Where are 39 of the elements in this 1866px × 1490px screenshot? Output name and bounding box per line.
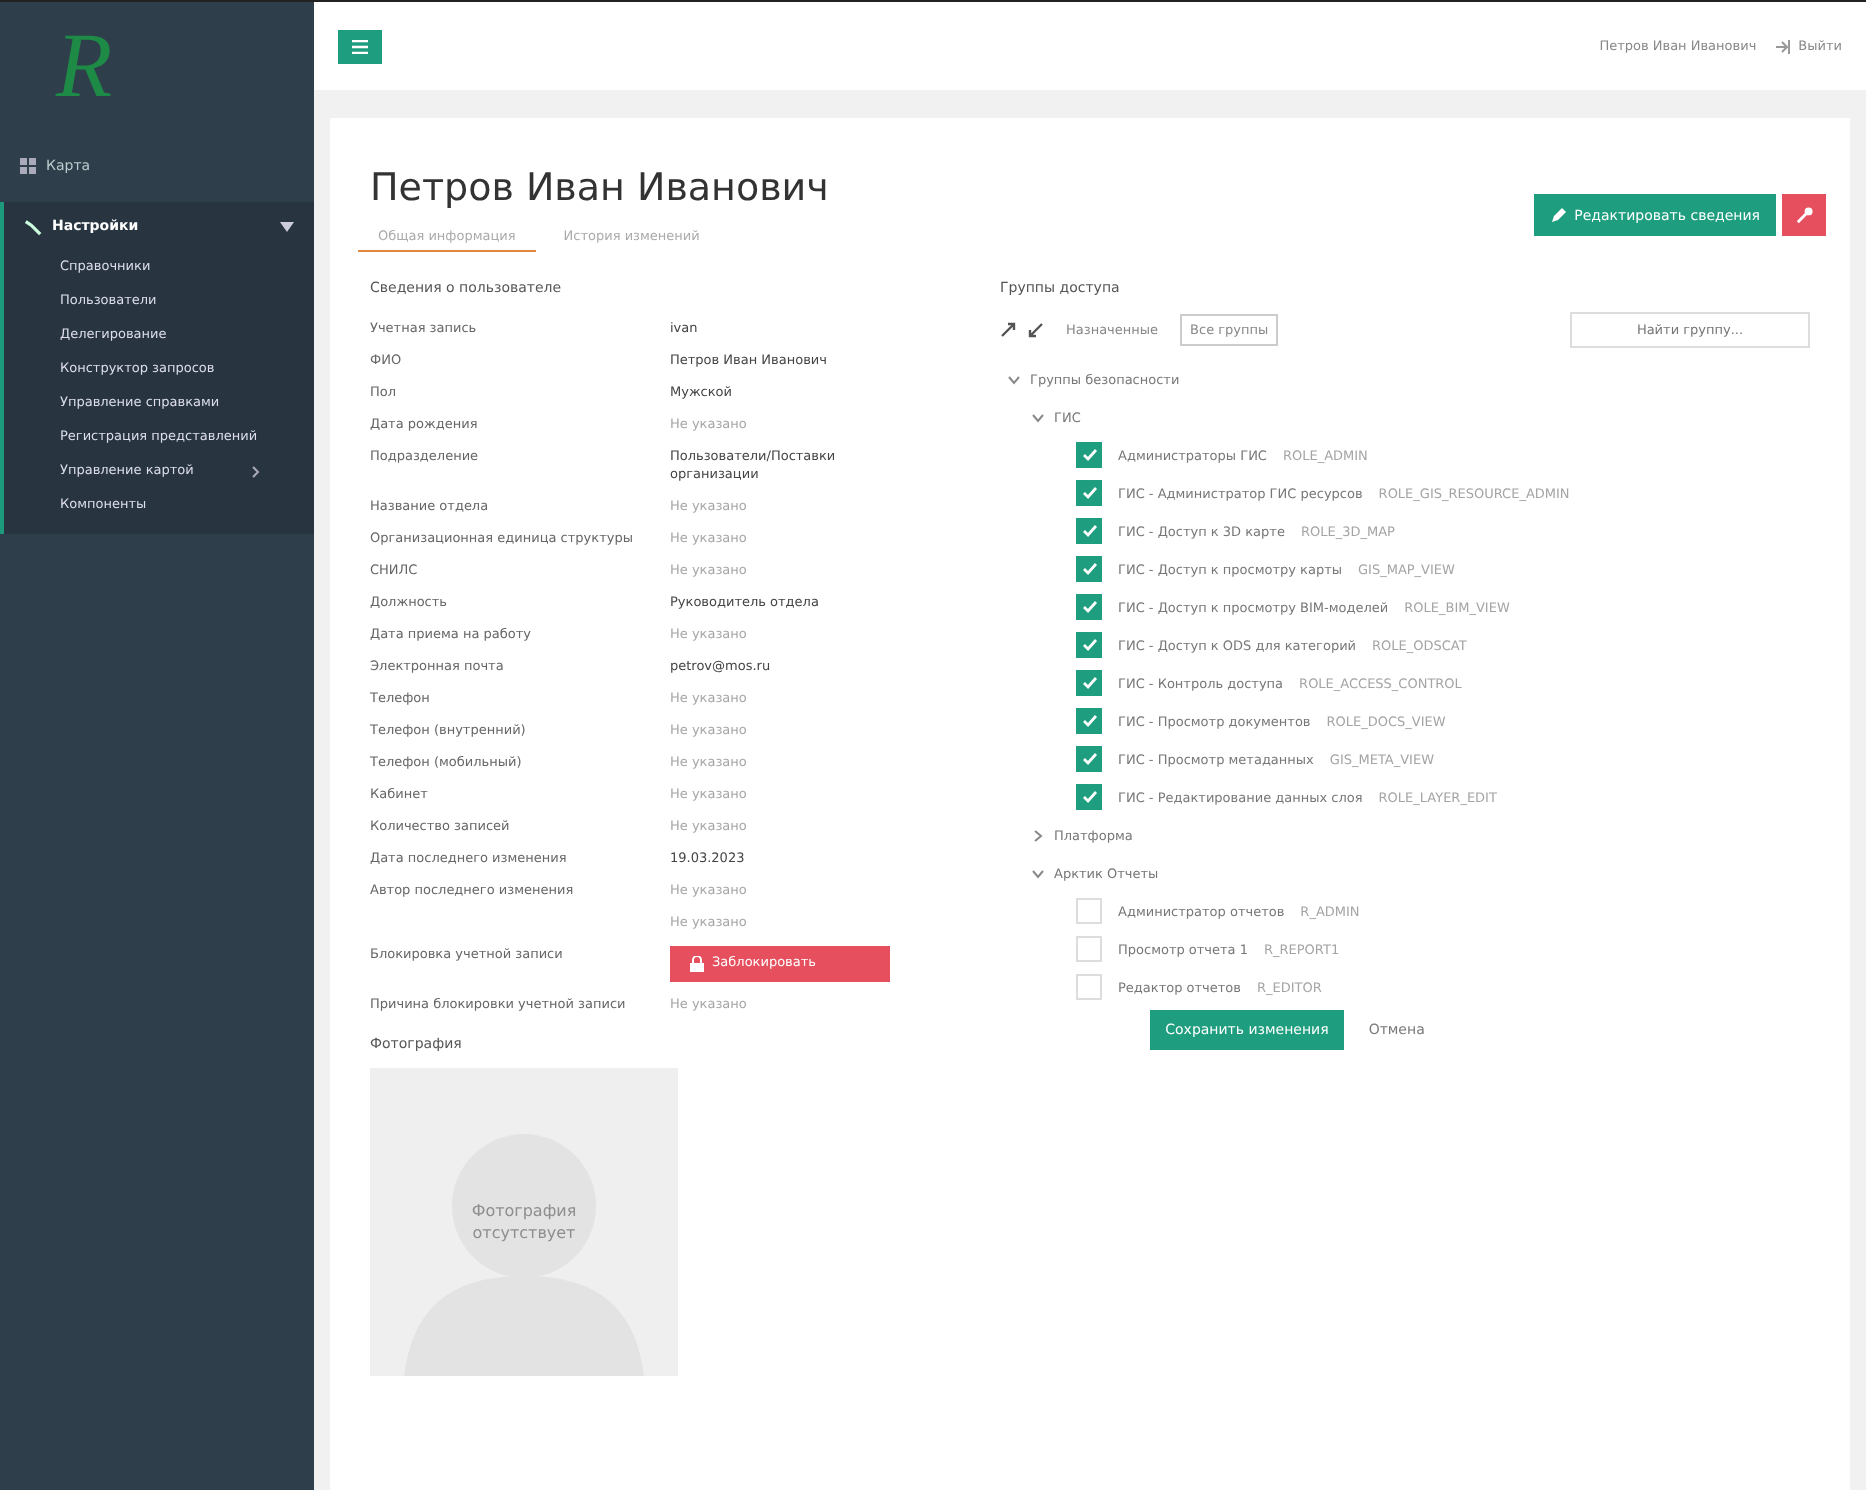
- lock-icon: [690, 955, 704, 971]
- chevron-icon: [1032, 867, 1044, 879]
- page-title: Петров Иван Иванович: [370, 166, 829, 210]
- check-icon: [1081, 524, 1097, 538]
- checkbox[interactable]: [1076, 442, 1102, 468]
- caret-icon: [280, 221, 294, 231]
- checkbox[interactable]: [1076, 746, 1102, 772]
- logout-icon: [1776, 39, 1793, 53]
- expand-icon[interactable]: [1028, 322, 1044, 338]
- checkbox[interactable]: [1076, 670, 1102, 696]
- check-icon: [1081, 486, 1097, 500]
- checkbox[interactable]: [1076, 708, 1102, 734]
- chevron-icon: [1032, 411, 1044, 423]
- check-icon: [1081, 600, 1097, 614]
- check-icon: [1081, 714, 1097, 728]
- checkbox[interactable]: [1076, 784, 1102, 810]
- check-icon: [1081, 752, 1097, 766]
- checkbox[interactable]: [1076, 632, 1102, 658]
- checkbox[interactable]: [1076, 480, 1102, 506]
- grid-icon: [20, 158, 36, 174]
- menu-icon: [352, 39, 368, 53]
- chevron-icon: [252, 465, 260, 477]
- key-icon: [1795, 206, 1813, 224]
- check-icon: [1081, 562, 1097, 576]
- check-icon: [1081, 676, 1097, 690]
- check-icon: [1081, 448, 1097, 462]
- photo-caption: Фотография отсутствует: [469, 1200, 579, 1244]
- collapse-icon[interactable]: [1000, 322, 1016, 338]
- checkbox[interactable]: [1076, 594, 1102, 620]
- menu-button[interactable]: [338, 29, 382, 63]
- logo: R: [53, 12, 115, 120]
- chevron-icon: [1032, 829, 1044, 841]
- key-button[interactable]: [1782, 194, 1826, 236]
- pencil-icon: [1550, 207, 1567, 223]
- chevron-icon: [1008, 373, 1020, 385]
- checkbox[interactable]: [1076, 518, 1102, 544]
- check-icon: [1081, 638, 1097, 652]
- check-icon: [1081, 790, 1097, 804]
- checkbox[interactable]: [1076, 556, 1102, 582]
